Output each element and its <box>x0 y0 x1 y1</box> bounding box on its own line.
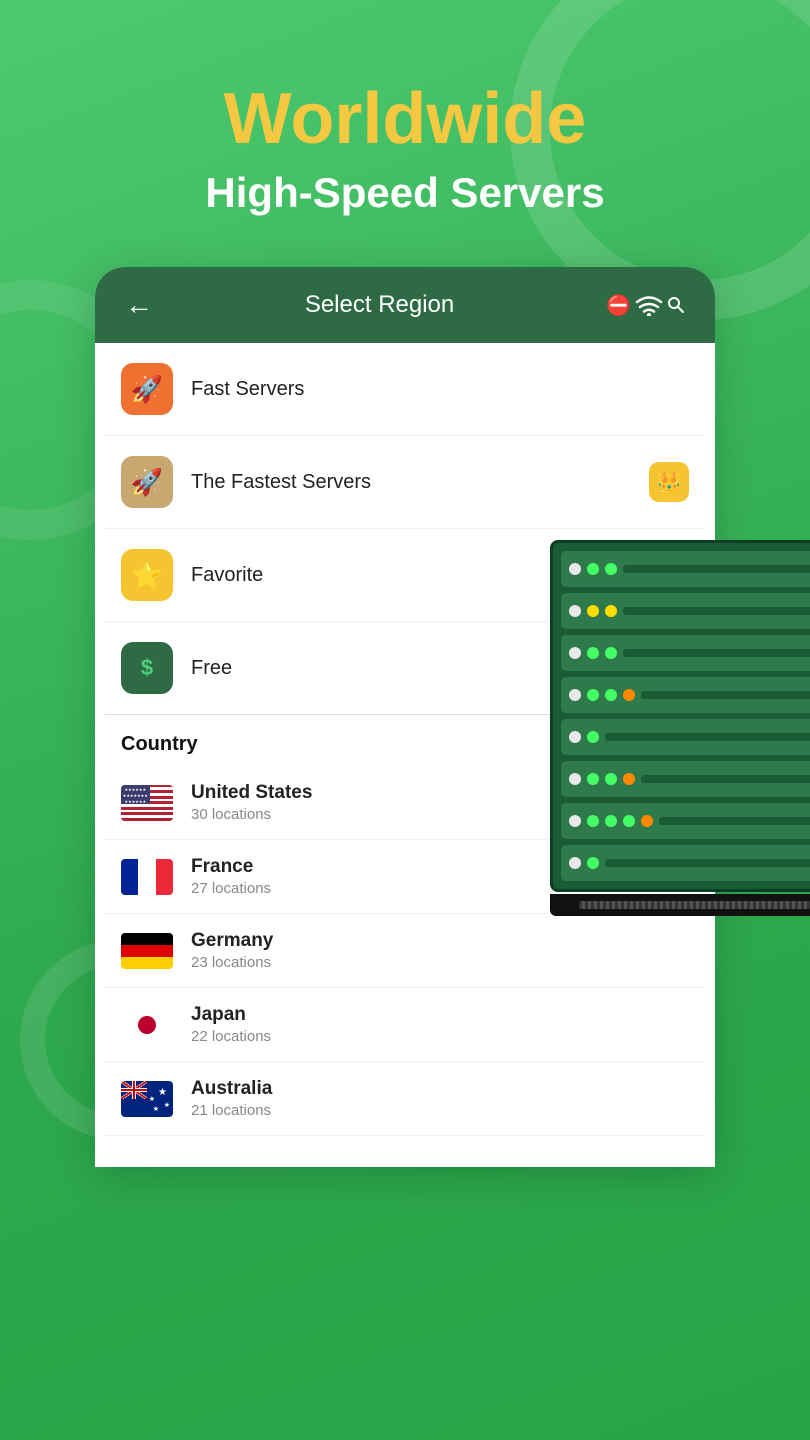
country-locations-de: 23 locations <box>191 954 689 971</box>
country-name-au: Australia <box>191 1078 689 1100</box>
rack-row <box>561 845 810 881</box>
rack-led <box>569 731 581 743</box>
flag-de <box>121 933 173 969</box>
header-subtitle: High-Speed Servers <box>0 169 810 217</box>
flag-us: ★★★★★★ ★★★★★★★ ★★★★★★ <box>121 785 173 821</box>
rack-bar <box>605 859 810 867</box>
rack-row <box>561 719 810 755</box>
rack-led <box>587 857 599 869</box>
wifi-search-icon[interactable]: ⛔ <box>606 293 685 318</box>
fastest-servers-label: The Fastest Servers <box>191 471 649 494</box>
japan-circle <box>138 1016 156 1034</box>
rack-row <box>561 677 810 713</box>
flag-au: ★ ★ ★ ★ <box>121 1081 173 1117</box>
select-region-title: Select Region <box>305 291 454 319</box>
rack-led <box>623 773 635 785</box>
rack-led <box>641 815 653 827</box>
search-icon <box>667 296 685 314</box>
rack-led <box>623 689 635 701</box>
rack-row <box>561 761 810 797</box>
fast-servers-icon: 🚀 <box>121 363 173 415</box>
rack-led <box>587 689 599 701</box>
rack-led <box>569 815 581 827</box>
rack-base <box>550 894 810 916</box>
wifi-icon <box>635 294 663 316</box>
rack-bar <box>659 817 810 825</box>
header-title: Worldwide <box>0 80 810 159</box>
rack-container <box>550 540 810 892</box>
flag-jp <box>121 1007 173 1043</box>
fast-servers-label: Fast Servers <box>191 378 689 401</box>
flag-fr <box>121 859 173 895</box>
rack-led <box>605 773 617 785</box>
country-info-au: Australia 21 locations <box>191 1078 689 1119</box>
rack-led <box>569 773 581 785</box>
menu-item-fast-servers[interactable]: 🚀 Fast Servers <box>105 343 705 436</box>
server-rack-decoration <box>550 540 810 916</box>
country-name-de: Germany <box>191 930 689 952</box>
rack-led <box>569 563 581 575</box>
rack-led <box>587 563 599 575</box>
favorite-icon: ⭐ <box>121 549 173 601</box>
rack-row <box>561 551 810 587</box>
rack-bar <box>623 607 810 615</box>
rack-row <box>561 803 810 839</box>
rack-led <box>569 689 581 701</box>
rack-bar <box>641 775 810 783</box>
rack-led <box>623 815 635 827</box>
rack-led <box>605 605 617 617</box>
country-item-au[interactable]: ★ ★ ★ ★ Australia 21 locations <box>105 1062 705 1136</box>
rack-bar <box>623 565 810 573</box>
country-item-jp[interactable]: Japan 22 locations <box>105 988 705 1062</box>
header-section: Worldwide High-Speed Servers <box>0 0 810 217</box>
country-info-de: Germany 23 locations <box>191 930 689 971</box>
country-item-de[interactable]: Germany 23 locations <box>105 914 705 988</box>
card-header: ← Select Region ⛔ <box>95 267 715 343</box>
rack-bar <box>623 649 810 657</box>
rack-led <box>587 647 599 659</box>
rack-led <box>605 689 617 701</box>
country-name-jp: Japan <box>191 1004 689 1026</box>
rack-led <box>587 605 599 617</box>
free-icon: $ <box>121 642 173 694</box>
menu-item-fastest-servers[interactable]: 🚀 The Fastest Servers 👑 <box>105 436 705 529</box>
back-button[interactable]: ← <box>125 289 153 321</box>
country-locations-au: 21 locations <box>191 1102 689 1119</box>
rack-led <box>569 605 581 617</box>
fastest-servers-icon: 🚀 <box>121 456 173 508</box>
rack-led <box>605 815 617 827</box>
country-locations-jp: 22 locations <box>191 1028 689 1045</box>
rack-led <box>587 731 599 743</box>
rack-bar <box>641 691 810 699</box>
rack-bar <box>605 733 810 741</box>
rack-row <box>561 593 810 629</box>
rack-led <box>587 815 599 827</box>
rack-row <box>561 635 810 671</box>
country-info-jp: Japan 22 locations <box>191 1004 689 1045</box>
rack-led <box>569 857 581 869</box>
rack-led <box>569 647 581 659</box>
rack-led <box>587 773 599 785</box>
crown-icon: 👑 <box>649 462 689 502</box>
rack-led <box>605 647 617 659</box>
rack-led <box>605 563 617 575</box>
rack-base-lines <box>579 901 810 909</box>
